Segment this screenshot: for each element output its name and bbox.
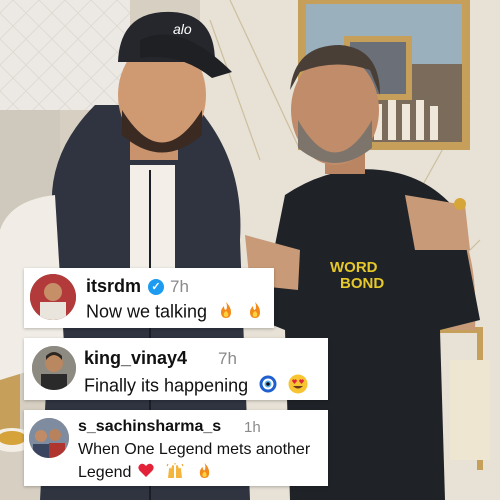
verified-badge-icon: ✓ <box>148 279 165 296</box>
fire-emoji-icon <box>218 301 234 324</box>
username-text[interactable]: itsrdm <box>86 276 141 296</box>
heart-eyes-emoji-icon <box>288 374 308 399</box>
shirt-print-line1: WORD <box>330 259 378 276</box>
comment-text: Finally its happening <box>84 375 249 396</box>
cap-logo: alo <box>173 21 192 37</box>
comment-text-row: Finally its happening <box>84 374 308 399</box>
shirt-print-line2: BOND <box>340 275 384 292</box>
avatar[interactable] <box>29 418 69 458</box>
comment-card-s-sachinsharma-s[interactable]: s_sachinsharma_s 1h When One Legend mets… <box>24 410 328 486</box>
comment-username[interactable]: itsrdm ✓ <box>86 276 165 297</box>
comment-text-line2: Legend <box>78 464 132 482</box>
comment-card-itsrdm[interactable]: itsrdm ✓ 7h Now we talking <box>24 268 274 328</box>
avatar[interactable] <box>30 274 76 320</box>
comment-username[interactable]: s_sachinsharma_s <box>78 418 221 436</box>
raised-hands-emoji-icon <box>166 462 184 484</box>
comment-text-row: Now we talking <box>86 301 263 324</box>
comment-card-king-vinay4[interactable]: king_vinay4 7h Finally its happening <box>24 338 328 400</box>
comment-text-line1: When One Legend mets another <box>78 441 311 458</box>
username-text[interactable]: s_sachinsharma_s <box>78 418 221 435</box>
fire-emoji-icon <box>197 462 212 484</box>
comment-timestamp: 1h <box>244 419 261 436</box>
comment-text-line2-row: Legend <box>78 462 212 484</box>
comment-timestamp: 7h <box>218 349 237 368</box>
avatar[interactable] <box>32 346 76 390</box>
comment-username[interactable]: king_vinay4 <box>84 348 187 369</box>
red-heart-emoji-icon <box>138 463 154 483</box>
comment-timestamp: 7h <box>170 277 189 296</box>
nazar-amulet-emoji-icon <box>259 375 277 398</box>
fire-emoji-icon <box>247 301 263 324</box>
username-text[interactable]: king_vinay4 <box>84 348 187 368</box>
comment-text: Now we talking <box>86 301 208 322</box>
